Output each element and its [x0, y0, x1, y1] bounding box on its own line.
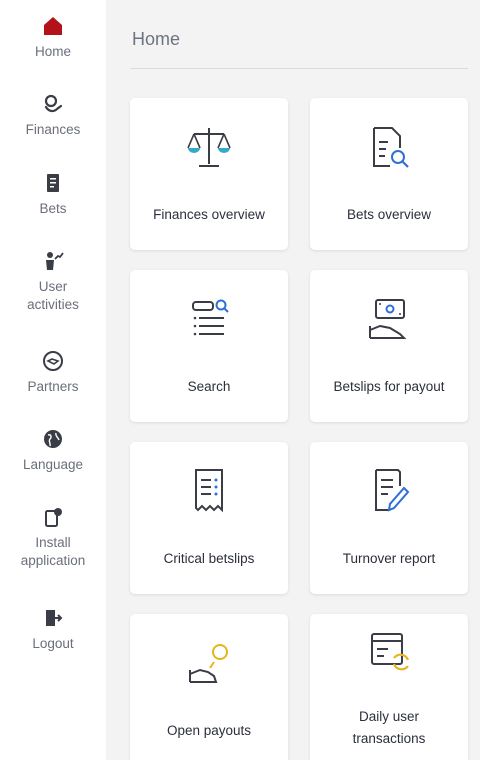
- sidebar-item-label: Install application: [20, 535, 86, 568]
- tile-turnover-report[interactable]: Turnover report: [310, 442, 468, 594]
- tile-search[interactable]: Search: [130, 270, 288, 422]
- coin-hand-icon: [189, 644, 228, 683]
- logout-icon: [46, 610, 63, 626]
- install-app-icon: [45, 508, 62, 527]
- sidebar-item-label: Logout: [32, 636, 74, 651]
- tile-critical-betslips[interactable]: Critical betslips: [130, 442, 288, 594]
- cash-hand-icon: [369, 299, 407, 339]
- tile-label: Daily user transactions: [352, 709, 426, 746]
- sidebar-item-language[interactable]: Language: [0, 428, 106, 474]
- transactions-icon: [371, 633, 410, 671]
- partners-icon: [43, 351, 63, 371]
- tile-betslips-for-payout[interactable]: Betslips for payout: [310, 270, 468, 422]
- tile-label: Critical betslips: [163, 551, 255, 566]
- main-content: Home Finances overview Bets overview Sea…: [106, 0, 480, 760]
- sidebar-item-bets[interactable]: Bets: [0, 172, 106, 218]
- sidebar-item-home[interactable]: Home: [0, 15, 106, 61]
- document-search-icon: [373, 127, 409, 168]
- receipt-icon: [195, 469, 223, 513]
- sidebar-item-label: Language: [22, 457, 84, 472]
- title-divider: [130, 68, 468, 69]
- tile-daily-user-transactions[interactable]: Daily user transactions: [310, 614, 468, 760]
- sidebar-item-label: Finances: [25, 122, 81, 137]
- sidebar-item-partners[interactable]: Partners: [0, 350, 106, 396]
- page-title: Home: [132, 29, 181, 49]
- sidebar-item-logout[interactable]: Logout: [0, 607, 106, 653]
- edit-document-icon: [375, 469, 410, 512]
- tile-label: Search: [187, 379, 231, 394]
- tile-label: Betslips for payout: [333, 379, 445, 394]
- finances-icon: [44, 94, 63, 113]
- tile-label: Finances overview: [153, 207, 265, 222]
- tile-bets-overview[interactable]: Bets overview: [310, 98, 468, 250]
- globe-icon: [44, 430, 62, 448]
- tile-label: Open payouts: [166, 723, 252, 738]
- bets-icon: [47, 174, 59, 192]
- tile-label: Turnover report: [342, 551, 436, 566]
- search-list-icon: [192, 299, 229, 336]
- sidebar-item-label: User activities: [27, 279, 79, 312]
- sidebar-item-install-application[interactable]: Install application: [0, 506, 106, 570]
- sidebar-item-label: Home: [34, 44, 71, 59]
- home-icon: [44, 17, 62, 35]
- user-activities-icon: [46, 252, 64, 270]
- scale-icon: [187, 128, 231, 167]
- tile-finances-overview[interactable]: Finances overview: [130, 98, 288, 250]
- sidebar-item-label: Partners: [27, 379, 79, 394]
- sidebar-item-finances[interactable]: Finances: [0, 93, 106, 139]
- sidebar-item-user-activities[interactable]: User activities: [0, 250, 106, 314]
- sidebar: Home Finances Bets Useractivities Partn: [0, 0, 106, 760]
- tile-label: Bets overview: [346, 207, 432, 222]
- sidebar-item-label: Bets: [39, 201, 67, 216]
- tile-open-payouts[interactable]: Open payouts: [130, 614, 288, 760]
